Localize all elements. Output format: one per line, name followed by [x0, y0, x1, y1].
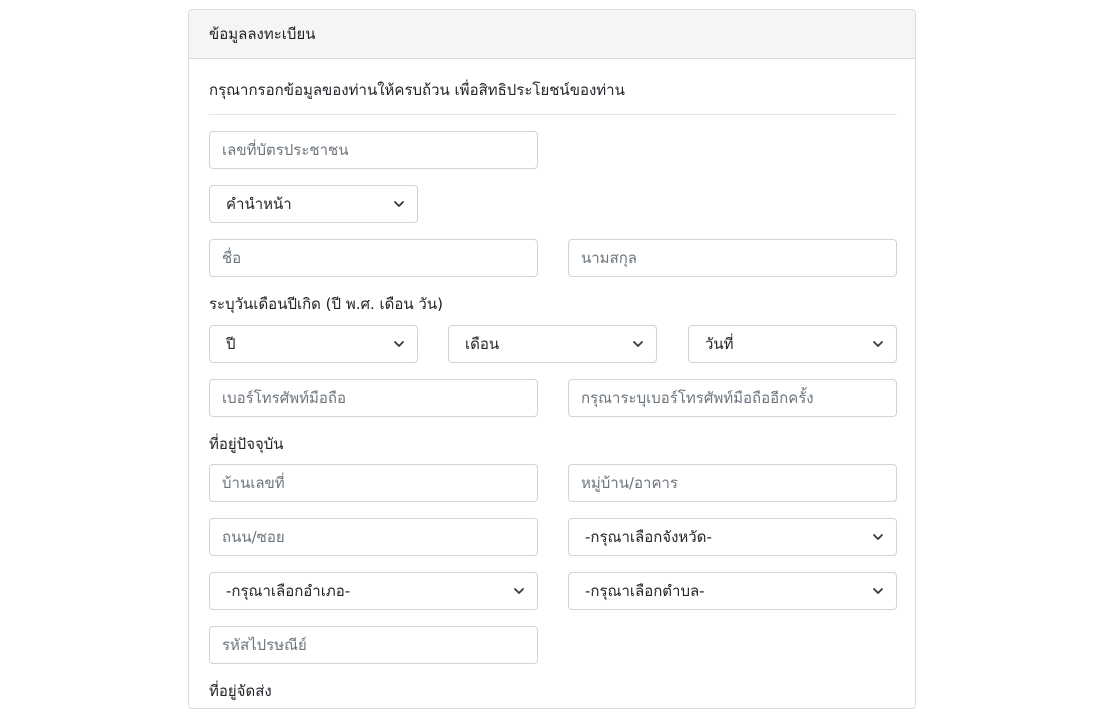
card-title: ข้อมูลลงทะเบียน — [209, 25, 316, 43]
subdistrict-select-value: -กรุณาเลือกตำบล- — [585, 582, 705, 600]
year-select-value: ปี — [226, 335, 236, 353]
day-select-value: วันที่ — [705, 335, 734, 353]
mobile-placeholder: เบอร์โทรศัพท์มือถือ — [222, 389, 346, 407]
mobile-confirm-input[interactable]: กรุณาระบุเบอร์โทรศัพท์มือถืออีกครั้ง — [568, 379, 897, 417]
address-label: ที่อยู่ปัจจุบัน — [209, 435, 284, 453]
province-select[interactable]: -กรุณาเลือกจังหวัด- — [568, 518, 897, 556]
divider — [209, 114, 897, 115]
chevron-down-icon — [873, 341, 883, 347]
year-select[interactable]: ปี — [209, 325, 418, 363]
house-no-input[interactable]: บ้านเลขที่ — [209, 464, 538, 502]
day-select[interactable]: วันที่ — [688, 325, 897, 363]
title-select[interactable]: คำนำหน้า — [209, 185, 418, 223]
chevron-down-icon — [633, 341, 643, 347]
chevron-down-icon — [394, 201, 404, 207]
mobile-input[interactable]: เบอร์โทรศัพท์มือถือ — [209, 379, 538, 417]
first-name-placeholder: ชื่อ — [222, 249, 242, 267]
chevron-down-icon — [514, 588, 524, 594]
chevron-down-icon — [394, 341, 404, 347]
road-placeholder: ถนน/ซอย — [222, 528, 285, 546]
instruction-text: กรุณากรอกข้อมูลของท่านให้ครบถ้วน เพื่อสิ… — [209, 81, 625, 99]
card-header: ข้อมูลลงทะเบียน — [189, 10, 915, 59]
postcode-placeholder: รหัสไปรษณีย์ — [222, 636, 307, 654]
id-card-placeholder: เลขที่บัตรประชาชน — [222, 141, 349, 159]
postcode-input[interactable]: รหัสไปรษณีย์ — [209, 626, 538, 664]
chevron-down-icon — [873, 534, 883, 540]
province-select-value: -กรุณาเลือกจังหวัด- — [585, 528, 712, 546]
subdistrict-select[interactable]: -กรุณาเลือกตำบล- — [568, 572, 897, 610]
house-no-placeholder: บ้านเลขที่ — [222, 474, 285, 492]
birthdate-label: ระบุวันเดือนปีเกิด (ปี พ.ศ. เดือน วัน) — [209, 295, 443, 313]
first-name-input[interactable]: ชื่อ — [209, 239, 538, 277]
mobile-confirm-placeholder: กรุณาระบุเบอร์โทรศัพท์มือถืออีกครั้ง — [581, 389, 814, 407]
id-card-input[interactable]: เลขที่บัตรประชาชน — [209, 131, 538, 169]
village-input[interactable]: หมู่บ้าน/อาคาร — [568, 464, 897, 502]
district-select-value: -กรุณาเลือกอำเภอ- — [226, 582, 351, 600]
month-select-value: เดือน — [465, 335, 500, 353]
last-name-placeholder: นามสกุล — [581, 249, 637, 267]
shipping-address-label: ที่อยู่จัดส่ง — [209, 682, 272, 700]
month-select[interactable]: เดือน — [448, 325, 657, 363]
district-select[interactable]: -กรุณาเลือกอำเภอ- — [209, 572, 538, 610]
road-input[interactable]: ถนน/ซอย — [209, 518, 538, 556]
title-select-value: คำนำหน้า — [226, 195, 292, 213]
registration-card: ข้อมูลลงทะเบียน กรุณากรอกข้อมูลของท่านให… — [188, 9, 916, 709]
village-placeholder: หมู่บ้าน/อาคาร — [581, 474, 678, 492]
chevron-down-icon — [873, 588, 883, 594]
last-name-input[interactable]: นามสกุล — [568, 239, 897, 277]
